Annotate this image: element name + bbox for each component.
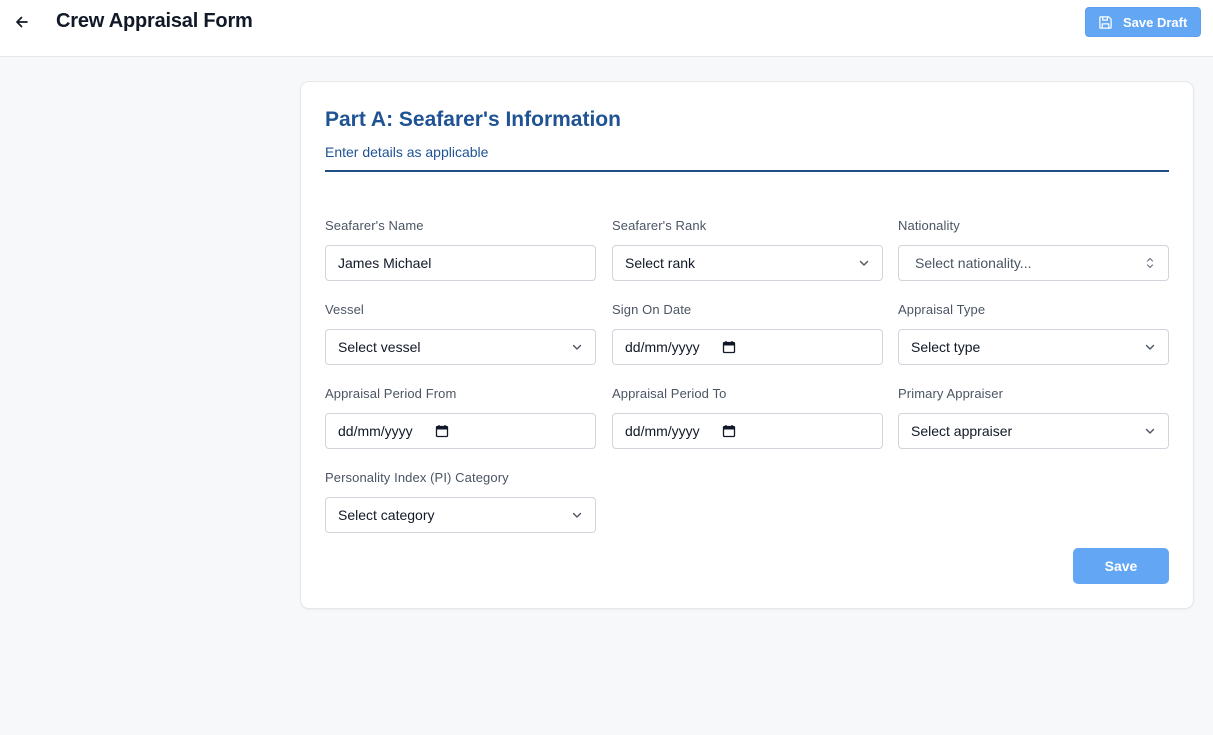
field-primary-appraiser: Primary Appraiser Select appraiser: [898, 385, 1169, 449]
field-sign-on-date: Sign On Date dd/mm/yyyy: [612, 301, 883, 365]
arrow-left-icon: [16, 16, 28, 28]
combobox-value: Select nationality...: [915, 255, 1032, 271]
select-value: Select appraiser: [911, 423, 1013, 439]
field-label: Appraisal Period To: [612, 386, 727, 401]
field-period-from: Appraisal Period From dd/mm/yyyy: [325, 385, 596, 449]
field-label: Appraisal Type: [898, 302, 986, 317]
save-draft-button[interactable]: Save Draft: [1085, 7, 1201, 37]
field-seafarer-name: Seafarer's Name James Michael: [325, 217, 596, 281]
select-value: Select type: [911, 339, 981, 355]
select-value: Select rank: [625, 255, 696, 271]
page-title: Crew Appraisal Form: [56, 10, 253, 32]
field-label: Vessel: [325, 302, 364, 317]
calendar-icon[interactable]: [722, 424, 736, 438]
field-label: Appraisal Period From: [325, 386, 457, 401]
primary-appraiser-select[interactable]: Select appraiser: [898, 413, 1169, 449]
chevron-down-icon: [572, 344, 582, 350]
field-label: Seafarer's Rank: [612, 218, 707, 233]
field-label: Nationality: [898, 218, 960, 233]
top-bar: Crew Appraisal Form Save Draft: [0, 0, 1213, 57]
chevron-down-icon: [1145, 428, 1155, 434]
select-value: Select vessel: [338, 339, 421, 355]
date-value: dd/mm/yyyy: [625, 339, 700, 355]
field-appraisal-type: Appraisal Type Select type: [898, 301, 1169, 365]
floppy-disk-icon: [1099, 15, 1112, 29]
calendar-icon[interactable]: [435, 424, 449, 438]
field-label: Personality Index (PI) Category: [325, 470, 509, 485]
sign-on-date-input[interactable]: dd/mm/yyyy: [612, 329, 883, 365]
date-value: dd/mm/yyyy: [338, 423, 413, 439]
seafarer-info-card: Part A: Seafarer's Information Enter det…: [300, 81, 1194, 609]
back-button[interactable]: [12, 12, 32, 32]
chevrons-up-down-icon: [1146, 257, 1154, 269]
field-label: Seafarer's Name: [325, 218, 424, 233]
field-seafarer-rank: Seafarer's Rank Select rank: [612, 217, 883, 281]
field-nationality: Nationality Select nationality...: [898, 217, 1169, 281]
calendar-icon[interactable]: [722, 340, 736, 354]
save-button[interactable]: Save: [1073, 548, 1169, 584]
field-pi-category: Personality Index (PI) Category Select c…: [325, 469, 596, 533]
select-value: Select category: [338, 507, 435, 523]
section-subtitle: Enter details as applicable: [325, 144, 489, 160]
nationality-combobox[interactable]: Select nationality...: [898, 245, 1169, 281]
section-divider: [325, 170, 1169, 172]
appraisal-type-select[interactable]: Select type: [898, 329, 1169, 365]
chevron-down-icon: [1145, 344, 1155, 350]
pi-category-select[interactable]: Select category: [325, 497, 596, 533]
field-label: Sign On Date: [612, 302, 692, 317]
vessel-select[interactable]: Select vessel: [325, 329, 596, 365]
save-draft-label: Save Draft: [1123, 14, 1188, 30]
field-label: Primary Appraiser: [898, 386, 1004, 401]
period-to-date-input[interactable]: dd/mm/yyyy: [612, 413, 883, 449]
chevron-down-icon: [572, 512, 582, 518]
field-period-to: Appraisal Period To dd/mm/yyyy: [612, 385, 883, 449]
date-value: dd/mm/yyyy: [625, 423, 700, 439]
field-vessel: Vessel Select vessel: [325, 301, 596, 365]
chevron-down-icon: [859, 260, 869, 266]
section-title: Part A: Seafarer's Information: [325, 108, 621, 131]
input-value: James Michael: [338, 255, 432, 271]
seafarer-name-input[interactable]: James Michael: [325, 245, 596, 281]
rank-select[interactable]: Select rank: [612, 245, 883, 281]
period-from-date-input[interactable]: dd/mm/yyyy: [325, 413, 596, 449]
